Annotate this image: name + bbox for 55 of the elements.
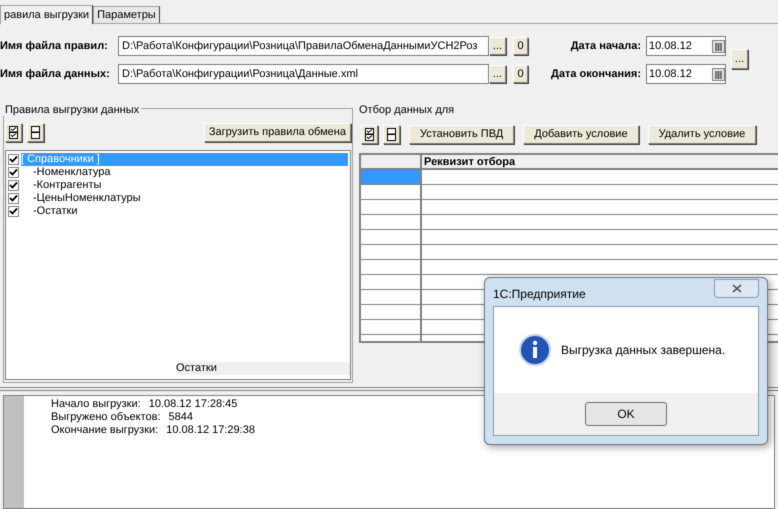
log-label: Начало выгрузки: xyxy=(51,398,141,411)
tab[interactable]: Параметры xyxy=(93,6,160,23)
group-title: Отбор данных для xyxy=(359,104,454,116)
field-label: Дата окончания: xyxy=(550,66,642,82)
checkbox[interactable] xyxy=(8,166,19,178)
group-title: Правила выгрузки данных xyxy=(3,104,142,116)
toolbar-button[interactable]: Установить ПВД xyxy=(409,125,514,144)
uncheck-all-button[interactable] xyxy=(27,123,44,142)
log-value: 10.08.12 17:29:38 xyxy=(166,424,255,437)
field-label: Дата начала: xyxy=(570,38,642,54)
empty-boxes-icon xyxy=(387,128,396,141)
log-value: 5844 xyxy=(168,411,193,424)
clear-button[interactable]: 0 xyxy=(513,37,528,55)
checkbox[interactable] xyxy=(8,206,19,216)
check-all-button[interactable] xyxy=(361,125,378,144)
tree-item[interactable]: -Контрагенты xyxy=(21,178,102,192)
tree-item[interactable]: -ЦеныНоменклатуры xyxy=(21,192,141,204)
ok-button[interactable]: OK xyxy=(585,402,667,426)
close-button[interactable] xyxy=(714,278,759,298)
column-header: Реквизит отбора xyxy=(423,154,516,168)
log-label: Выгружено объектов: xyxy=(51,411,161,424)
uncheck-all-button[interactable] xyxy=(383,125,400,144)
file-path-field[interactable]: D:\Работа\Конфигурации\Розница\ПравилаОбменаДаннымиУСН2Роз xyxy=(118,36,489,56)
date-field[interactable]: 10.08.12 xyxy=(646,36,726,56)
checkbox[interactable] xyxy=(8,180,19,190)
log-value: 10.08.12 17:28:45 xyxy=(148,398,238,411)
log-label: Окончание выгрузки: xyxy=(51,424,158,437)
period-button[interactable]: ... xyxy=(731,49,748,69)
checked-boxes-icon xyxy=(9,126,18,139)
info-icon xyxy=(519,334,551,366)
check-all-button[interactable] xyxy=(5,123,22,142)
close-icon xyxy=(732,284,742,292)
toolbar-button[interactable]: Удалить условие xyxy=(648,125,756,144)
dialog-message: Выгрузка данных завершена. xyxy=(561,342,726,359)
checked-boxes-icon xyxy=(365,128,374,141)
calendar-icon[interactable] xyxy=(712,68,725,80)
tree-item[interactable]: -Номенклатура xyxy=(21,166,110,178)
checkbox[interactable] xyxy=(8,154,19,164)
checkbox[interactable] xyxy=(8,192,19,204)
empty-boxes-icon xyxy=(31,126,40,139)
tab[interactable]: равила выгрузки xyxy=(0,5,94,24)
browse-button[interactable]: ... xyxy=(489,37,506,55)
field-label: Имя файла правил: xyxy=(0,38,109,54)
toolbar-button[interactable]: Добавить условие xyxy=(523,125,639,144)
dialog-title: 1С:Предприятие xyxy=(493,286,586,303)
calendar-icon[interactable] xyxy=(712,40,725,52)
load-rules-button[interactable]: Загрузить правила обмена xyxy=(204,123,351,142)
date-field[interactable]: 10.08.12 xyxy=(646,64,726,84)
tree-item[interactable]: -Остатки xyxy=(21,204,78,218)
browse-button[interactable]: ... xyxy=(489,65,506,83)
clear-button[interactable]: 0 xyxy=(513,65,528,83)
file-path-field[interactable]: D:\Работа\Конфигурации\Розница\Данные.xml xyxy=(118,64,489,84)
table-cell[interactable] xyxy=(361,170,422,184)
field-label: Имя файла данных: xyxy=(0,66,111,82)
status-text: Остатки xyxy=(176,362,350,374)
